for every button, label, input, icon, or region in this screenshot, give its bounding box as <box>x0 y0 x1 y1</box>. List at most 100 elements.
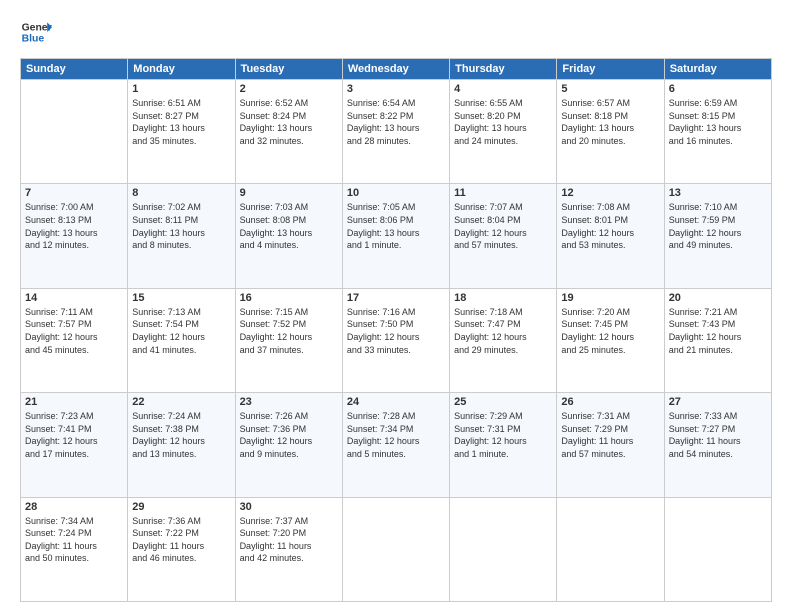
day-info: Sunrise: 6:55 AMSunset: 8:20 PMDaylight:… <box>454 97 552 147</box>
calendar-cell <box>450 497 557 601</box>
day-info: Sunrise: 7:36 AMSunset: 7:22 PMDaylight:… <box>132 515 230 565</box>
day-number: 2 <box>240 83 338 95</box>
day-info: Sunrise: 7:33 AMSunset: 7:27 PMDaylight:… <box>669 410 767 460</box>
calendar-cell: 16 Sunrise: 7:15 AMSunset: 7:52 PMDayligh… <box>235 288 342 392</box>
calendar-cell: 17 Sunrise: 7:16 AMSunset: 7:50 PMDayligh… <box>342 288 449 392</box>
day-number: 16 <box>240 292 338 304</box>
day-info: Sunrise: 6:52 AMSunset: 8:24 PMDaylight:… <box>240 97 338 147</box>
day-info: Sunrise: 7:18 AMSunset: 7:47 PMDaylight:… <box>454 306 552 356</box>
day-info: Sunrise: 6:54 AMSunset: 8:22 PMDaylight:… <box>347 97 445 147</box>
calendar-row-4: 28 Sunrise: 7:34 AMSunset: 7:24 PMDayligh… <box>21 497 772 601</box>
day-number: 3 <box>347 83 445 95</box>
calendar-cell: 25 Sunrise: 7:29 AMSunset: 7:31 PMDayligh… <box>450 393 557 497</box>
day-info: Sunrise: 7:05 AMSunset: 8:06 PMDaylight:… <box>347 201 445 251</box>
day-number: 12 <box>561 187 659 199</box>
calendar-header-saturday: Saturday <box>664 59 771 80</box>
day-info: Sunrise: 6:51 AMSunset: 8:27 PMDaylight:… <box>132 97 230 147</box>
day-number: 14 <box>25 292 123 304</box>
day-info: Sunrise: 7:37 AMSunset: 7:20 PMDaylight:… <box>240 515 338 565</box>
calendar-table: SundayMondayTuesdayWednesdayThursdayFrid… <box>20 58 772 602</box>
calendar-cell <box>21 80 128 184</box>
day-info: Sunrise: 7:02 AMSunset: 8:11 PMDaylight:… <box>132 201 230 251</box>
svg-text:Blue: Blue <box>22 34 45 45</box>
calendar-cell: 27 Sunrise: 7:33 AMSunset: 7:27 PMDayligh… <box>664 393 771 497</box>
day-number: 18 <box>454 292 552 304</box>
calendar-cell: 8 Sunrise: 7:02 AMSunset: 8:11 PMDaylight… <box>128 184 235 288</box>
day-number: 11 <box>454 187 552 199</box>
calendar-cell: 11 Sunrise: 7:07 AMSunset: 8:04 PMDayligh… <box>450 184 557 288</box>
calendar-row-1: 7 Sunrise: 7:00 AMSunset: 8:13 PMDaylight… <box>21 184 772 288</box>
day-number: 29 <box>132 501 230 513</box>
calendar-cell: 29 Sunrise: 7:36 AMSunset: 7:22 PMDayligh… <box>128 497 235 601</box>
day-info: Sunrise: 6:57 AMSunset: 8:18 PMDaylight:… <box>561 97 659 147</box>
calendar-cell: 14 Sunrise: 7:11 AMSunset: 7:57 PMDayligh… <box>21 288 128 392</box>
day-number: 28 <box>25 501 123 513</box>
day-number: 13 <box>669 187 767 199</box>
day-number: 19 <box>561 292 659 304</box>
calendar-cell: 10 Sunrise: 7:05 AMSunset: 8:06 PMDayligh… <box>342 184 449 288</box>
calendar-cell: 9 Sunrise: 7:03 AMSunset: 8:08 PMDaylight… <box>235 184 342 288</box>
logo: General Blue <box>20 16 52 48</box>
day-number: 10 <box>347 187 445 199</box>
day-info: Sunrise: 7:34 AMSunset: 7:24 PMDaylight:… <box>25 515 123 565</box>
calendar-cell: 21 Sunrise: 7:23 AMSunset: 7:41 PMDayligh… <box>21 393 128 497</box>
day-number: 21 <box>25 396 123 408</box>
calendar-cell: 15 Sunrise: 7:13 AMSunset: 7:54 PMDayligh… <box>128 288 235 392</box>
day-number: 15 <box>132 292 230 304</box>
day-info: Sunrise: 7:10 AMSunset: 7:59 PMDaylight:… <box>669 201 767 251</box>
day-number: 8 <box>132 187 230 199</box>
calendar-header-tuesday: Tuesday <box>235 59 342 80</box>
day-number: 5 <box>561 83 659 95</box>
day-info: Sunrise: 7:15 AMSunset: 7:52 PMDaylight:… <box>240 306 338 356</box>
day-number: 30 <box>240 501 338 513</box>
day-info: Sunrise: 7:21 AMSunset: 7:43 PMDaylight:… <box>669 306 767 356</box>
day-number: 4 <box>454 83 552 95</box>
calendar-cell <box>557 497 664 601</box>
calendar-cell: 20Sunrise: 7:21 AMSunset: 7:43 PMDayligh… <box>664 288 771 392</box>
day-number: 26 <box>561 396 659 408</box>
day-number: 25 <box>454 396 552 408</box>
calendar-header-sunday: Sunday <box>21 59 128 80</box>
day-number: 27 <box>669 396 767 408</box>
day-info: Sunrise: 6:59 AMSunset: 8:15 PMDaylight:… <box>669 97 767 147</box>
calendar-header-thursday: Thursday <box>450 59 557 80</box>
calendar-header-row: SundayMondayTuesdayWednesdayThursdayFrid… <box>21 59 772 80</box>
logo-icon: General Blue <box>20 16 52 48</box>
day-info: Sunrise: 7:00 AMSunset: 8:13 PMDaylight:… <box>25 201 123 251</box>
calendar-cell: 26 Sunrise: 7:31 AMSunset: 7:29 PMDayligh… <box>557 393 664 497</box>
calendar-cell: 12Sunrise: 7:08 AMSunset: 8:01 PMDayligh… <box>557 184 664 288</box>
calendar-cell: 18 Sunrise: 7:18 AMSunset: 7:47 PMDayligh… <box>450 288 557 392</box>
day-info: Sunrise: 7:13 AMSunset: 7:54 PMDaylight:… <box>132 306 230 356</box>
day-info: Sunrise: 7:26 AMSunset: 7:36 PMDaylight:… <box>240 410 338 460</box>
calendar-cell: 13 Sunrise: 7:10 AMSunset: 7:59 PMDayligh… <box>664 184 771 288</box>
day-number: 17 <box>347 292 445 304</box>
calendar-cell: 22Sunrise: 7:24 AMSunset: 7:38 PMDayligh… <box>128 393 235 497</box>
day-info: Sunrise: 7:16 AMSunset: 7:50 PMDaylight:… <box>347 306 445 356</box>
calendar-header-monday: Monday <box>128 59 235 80</box>
day-info: Sunrise: 7:03 AMSunset: 8:08 PMDaylight:… <box>240 201 338 251</box>
calendar-cell: 3 Sunrise: 6:54 AMSunset: 8:22 PMDaylight… <box>342 80 449 184</box>
day-number: 6 <box>669 83 767 95</box>
day-number: 9 <box>240 187 338 199</box>
day-number: 7 <box>25 187 123 199</box>
day-info: Sunrise: 7:20 AMSunset: 7:45 PMDaylight:… <box>561 306 659 356</box>
calendar-row-2: 14 Sunrise: 7:11 AMSunset: 7:57 PMDayligh… <box>21 288 772 392</box>
calendar-cell: 28 Sunrise: 7:34 AMSunset: 7:24 PMDayligh… <box>21 497 128 601</box>
calendar-header-friday: Friday <box>557 59 664 80</box>
calendar-cell: 1Sunrise: 6:51 AMSunset: 8:27 PMDaylight… <box>128 80 235 184</box>
calendar-cell: 4 Sunrise: 6:55 AMSunset: 8:20 PMDaylight… <box>450 80 557 184</box>
day-info: Sunrise: 7:28 AMSunset: 7:34 PMDaylight:… <box>347 410 445 460</box>
calendar-cell: 24 Sunrise: 7:28 AMSunset: 7:34 PMDayligh… <box>342 393 449 497</box>
day-info: Sunrise: 7:11 AMSunset: 7:57 PMDaylight:… <box>25 306 123 356</box>
calendar-cell: 2 Sunrise: 6:52 AMSunset: 8:24 PMDaylight… <box>235 80 342 184</box>
day-number: 23 <box>240 396 338 408</box>
calendar-cell: 5 Sunrise: 6:57 AMSunset: 8:18 PMDaylight… <box>557 80 664 184</box>
day-info: Sunrise: 7:23 AMSunset: 7:41 PMDaylight:… <box>25 410 123 460</box>
day-info: Sunrise: 7:29 AMSunset: 7:31 PMDaylight:… <box>454 410 552 460</box>
day-info: Sunrise: 7:31 AMSunset: 7:29 PMDaylight:… <box>561 410 659 460</box>
calendar-cell <box>342 497 449 601</box>
day-info: Sunrise: 7:07 AMSunset: 8:04 PMDaylight:… <box>454 201 552 251</box>
day-number: 24 <box>347 396 445 408</box>
calendar-cell: 19 Sunrise: 7:20 AMSunset: 7:45 PMDayligh… <box>557 288 664 392</box>
day-number: 22 <box>132 396 230 408</box>
